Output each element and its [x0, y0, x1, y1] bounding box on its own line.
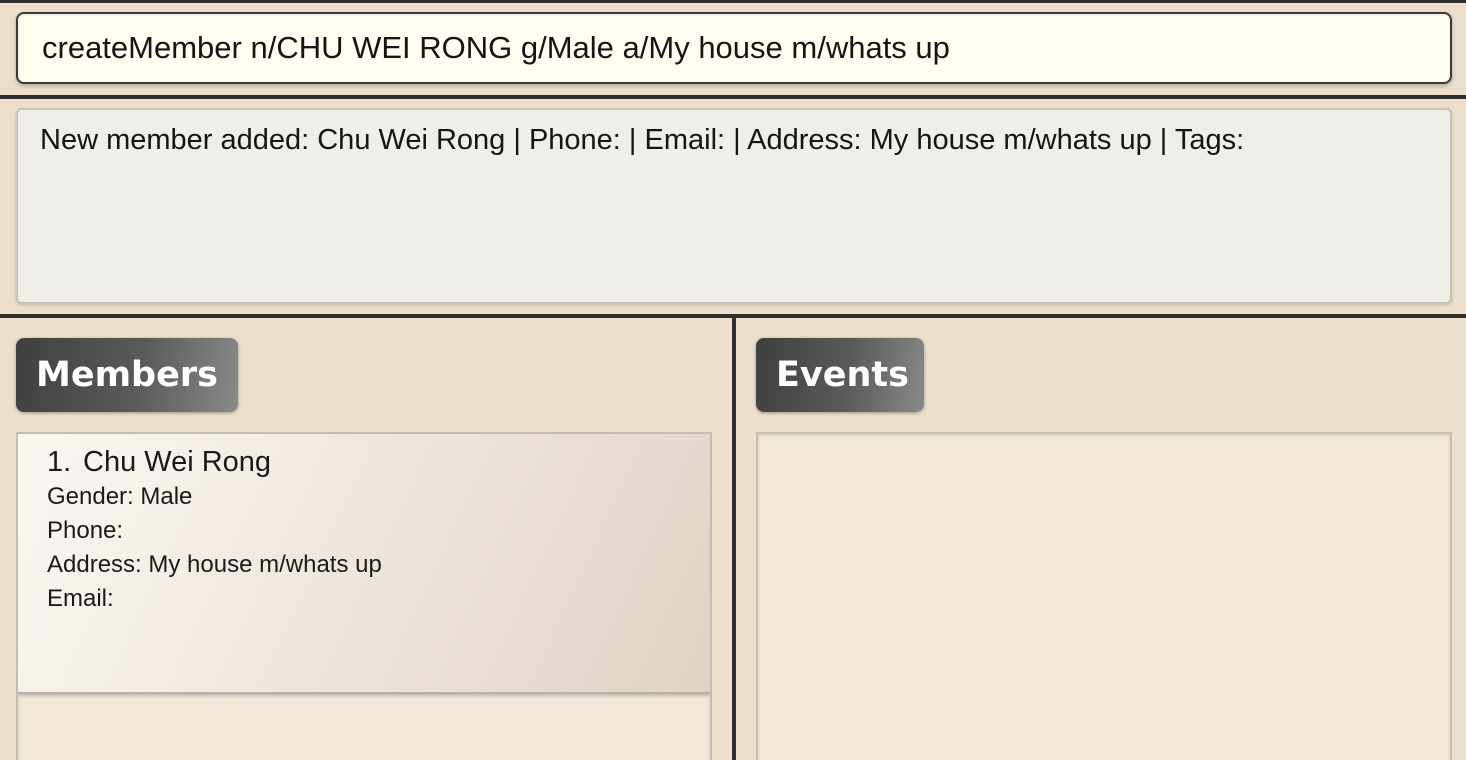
member-name-row: 1. Chu Wei Rong	[47, 444, 710, 480]
window-top-border	[0, 0, 1466, 3]
member-phone: Phone:	[47, 517, 124, 544]
member-gender: Gender: Male	[47, 483, 193, 510]
member-email: Email:	[47, 585, 114, 612]
divider-command-result	[0, 95, 1466, 99]
members-panel-title: Members	[16, 338, 238, 412]
member-address: Address: My house m/whats up	[47, 551, 382, 578]
divider-panels	[732, 318, 736, 760]
member-name: Chu Wei Rong	[83, 446, 272, 478]
command-input[interactable]: createMember n/CHU WEI RONG g/Male a/My …	[16, 12, 1452, 84]
member-card[interactable]: 1. Chu Wei Rong Gender: Male Phone: Addre…	[18, 434, 710, 694]
events-panel-title: Events	[756, 338, 924, 412]
member-index: 1.	[47, 446, 72, 478]
members-list[interactable]: 1. Chu Wei Rong Gender: Male Phone: Addre…	[16, 432, 712, 760]
result-display: New member added: Chu Wei Rong | Phone: …	[16, 108, 1452, 304]
events-list[interactable]	[756, 432, 1452, 760]
